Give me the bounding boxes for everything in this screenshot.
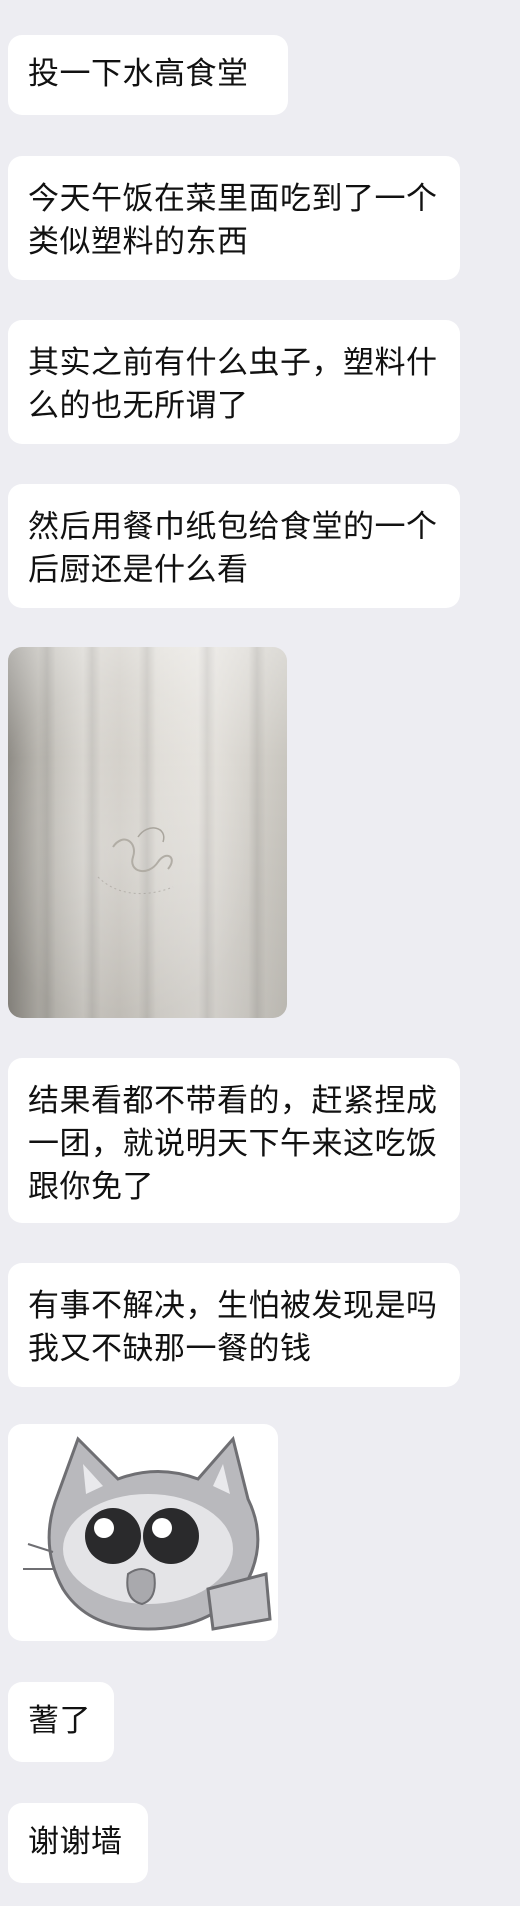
- napkin-photo[interactable]: [8, 647, 287, 1018]
- message-bubble[interactable]: 有事不解决，生怕被发现是吗我又不缺那一餐的钱: [8, 1263, 460, 1387]
- message-text: 蓍了: [28, 1703, 91, 1739]
- message-bubble[interactable]: 蓍了: [8, 1682, 114, 1762]
- message-text: 投一下水高食堂: [28, 56, 249, 92]
- cat-sticker[interactable]: [8, 1424, 278, 1641]
- message-bubble[interactable]: 结果看都不带看的，赶紧捏成一团，就说明天下午来这吃饭跟你免了: [8, 1058, 460, 1223]
- message-bubble[interactable]: 其实之前有什么虫子，塑料什么的也无所谓了: [8, 320, 460, 444]
- message-bubble[interactable]: 谢谢墙: [8, 1803, 148, 1883]
- plastic-piece-icon: [97, 827, 174, 895]
- message-bubble[interactable]: 投一下水高食堂: [8, 35, 288, 115]
- message-text: 谢谢墙: [28, 1824, 123, 1860]
- message-text: 有事不解决，生怕被发现是吗我又不缺那一餐的钱: [28, 1288, 438, 1367]
- message-text: 其实之前有什么虫子，塑料什么的也无所谓了: [28, 345, 438, 424]
- message-text: 然后用餐巾纸包给食堂的一个后厨还是什么看: [28, 509, 438, 588]
- message-bubble[interactable]: 然后用餐巾纸包给食堂的一个后厨还是什么看: [8, 484, 460, 608]
- message-bubble[interactable]: 今天午饭在菜里面吃到了一个类似塑料的东西: [8, 156, 460, 280]
- message-text: 今天午饭在菜里面吃到了一个类似塑料的东西: [28, 181, 438, 260]
- cat-icon: [23, 1435, 272, 1631]
- message-text: 结果看都不带看的，赶紧捏成一团，就说明天下午来这吃饭跟你免了: [28, 1083, 438, 1205]
